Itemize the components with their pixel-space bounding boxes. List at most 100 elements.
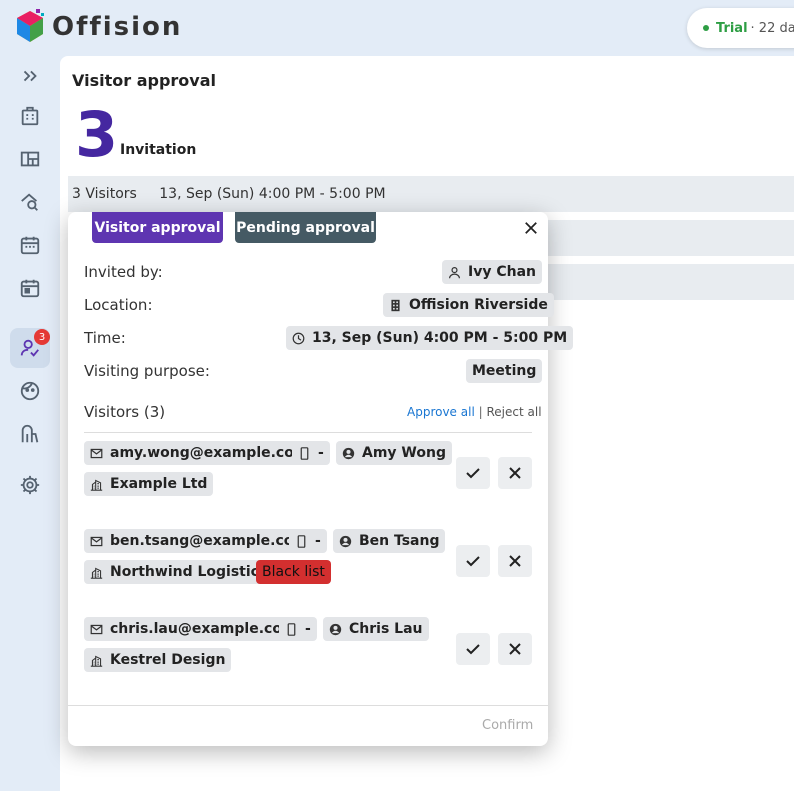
check-icon <box>466 468 480 479</box>
black-list-badge: Black list <box>256 560 331 584</box>
visitor-phone-chip: - <box>292 441 330 465</box>
sidebar-item-floor-plan[interactable] <box>10 139 50 179</box>
invitation-row[interactable]: 3 Visitors 13, Sep (Sun) 4:00 PM - 5:00 … <box>68 176 794 212</box>
visitor-company: Northwind Logistics <box>110 564 268 580</box>
logo-icon <box>17 9 44 42</box>
location-name: Offision Riverside <box>409 297 548 313</box>
calendar-event-icon <box>20 279 40 298</box>
person-icon <box>449 266 460 278</box>
row-time: 13, Sep (Sun) 4:00 PM - 5:00 PM <box>159 186 386 202</box>
phone-icon <box>287 622 296 636</box>
time-chip: 13, Sep (Sun) 4:00 PM - 5:00 PM <box>286 326 574 350</box>
close-icon <box>509 467 521 479</box>
page-title: Visitor approval <box>72 71 216 90</box>
close-icon <box>509 643 521 655</box>
invited-by-chip: Ivy Chan <box>442 260 542 284</box>
account-circle-icon <box>339 535 352 547</box>
close-icon <box>525 222 537 234</box>
invitation-count-label: Invitation <box>120 142 197 158</box>
email-icon <box>90 448 103 458</box>
search-location-icon <box>21 193 38 211</box>
trial-status[interactable]: Trial · 22 day <box>687 8 794 48</box>
reject-all-link[interactable]: Reject all <box>486 405 541 419</box>
divider <box>84 432 532 433</box>
bulk-actions: Approve all | Reject all <box>407 405 542 419</box>
app-logo[interactable]: Offision <box>14 9 182 45</box>
sidebar-item-visitors[interactable] <box>10 371 50 411</box>
tab-visitor-approval[interactable]: Visitor approval <box>92 212 223 243</box>
sidebar-item-calendar-event[interactable] <box>10 268 50 308</box>
sidebar-item-visitor-approval[interactable]: 3 <box>10 328 50 368</box>
visitor-email-chip: amy.wong@example.com <box>84 441 315 465</box>
approve-button[interactable] <box>456 457 490 489</box>
footer-divider <box>68 705 548 706</box>
black-list-label: Black list <box>262 564 325 580</box>
clock-icon <box>292 332 305 344</box>
trial-days: · 22 day <box>750 20 794 36</box>
sidebar-item-buildings[interactable] <box>10 96 50 136</box>
reject-button[interactable] <box>498 633 532 665</box>
bulk-separator: | <box>478 405 483 419</box>
visitor-company-chip: Northwind Logistics <box>84 560 274 584</box>
location-label: Location: <box>84 296 153 314</box>
approval-modal: Visitor approval Pending approval Invite… <box>68 212 574 746</box>
tab-pending-approval[interactable]: Pending approval <box>235 212 376 243</box>
purpose-value: Meeting <box>472 363 537 379</box>
company-icon <box>90 479 103 491</box>
company-icon <box>90 655 103 667</box>
settings-icon <box>20 475 40 495</box>
sidebar-item-search-location[interactable] <box>10 182 50 222</box>
visitor-email: amy.wong@example.com <box>110 445 309 461</box>
sidebar-item-calendar[interactable] <box>10 225 50 265</box>
check-icon <box>466 556 480 567</box>
visitor-company: Kestrel Design <box>110 652 226 668</box>
invitation-count: 3 <box>75 98 119 171</box>
app-name: Offision <box>52 12 183 42</box>
close-icon <box>509 555 521 567</box>
visitors-heading: Visitors (3) <box>84 403 166 421</box>
location-chip: Offision Riverside <box>383 293 554 317</box>
sidebar-expand[interactable] <box>10 56 50 96</box>
time-value: 13, Sep (Sun) 4:00 PM - 5:00 PM <box>312 330 568 346</box>
phone-icon <box>300 446 309 460</box>
visitor-phone: - <box>305 621 311 637</box>
time-label: Time: <box>84 329 126 347</box>
trial-label: Trial <box>716 20 748 36</box>
sidebar: 3 <box>0 56 60 791</box>
approve-button[interactable] <box>456 633 490 665</box>
visitor-email-chip: chris.lau@example.com <box>84 617 303 641</box>
visitor-name: Chris Lau <box>349 621 423 637</box>
approve-all-link[interactable]: Approve all <box>407 405 475 419</box>
company-icon <box>90 567 103 579</box>
visitor-name-chip: Ben Tsang <box>333 529 446 553</box>
building-icon <box>21 106 39 126</box>
visitor-email-chip: ben.tsang@example.com <box>84 529 314 553</box>
close-button[interactable] <box>521 218 541 238</box>
email-icon <box>90 536 103 546</box>
row-visitors: 3 Visitors <box>72 186 137 202</box>
visitor-name-chip: Chris Lau <box>323 617 429 641</box>
invited-by-label: Invited by: <box>84 263 163 281</box>
visitor-phone-chip: - <box>279 617 317 641</box>
analytics-icon <box>21 424 39 443</box>
account-circle-icon <box>329 623 342 635</box>
notification-badge: 3 <box>34 329 50 345</box>
visitor-company-chip: Kestrel Design <box>84 648 232 672</box>
purpose-label: Visiting purpose: <box>84 362 210 380</box>
visitor-phone-chip: - <box>289 529 327 553</box>
visitor-phone: - <box>315 533 321 549</box>
confirm-button[interactable]: Confirm <box>482 718 533 733</box>
approve-button[interactable] <box>456 545 490 577</box>
visitor-phone: - <box>318 445 324 461</box>
check-icon <box>466 644 480 655</box>
sidebar-item-settings[interactable] <box>10 465 50 505</box>
email-icon <box>90 624 103 634</box>
sidebar-item-analytics[interactable] <box>10 414 50 454</box>
visitor-email: chris.lau@example.com <box>110 621 297 637</box>
status-dot <box>703 25 709 31</box>
visitor-name: Ben Tsang <box>359 533 440 549</box>
visitor-email: ben.tsang@example.com <box>110 533 308 549</box>
reject-button[interactable] <box>498 457 532 489</box>
reject-button[interactable] <box>498 545 532 577</box>
building-icon <box>391 299 400 311</box>
